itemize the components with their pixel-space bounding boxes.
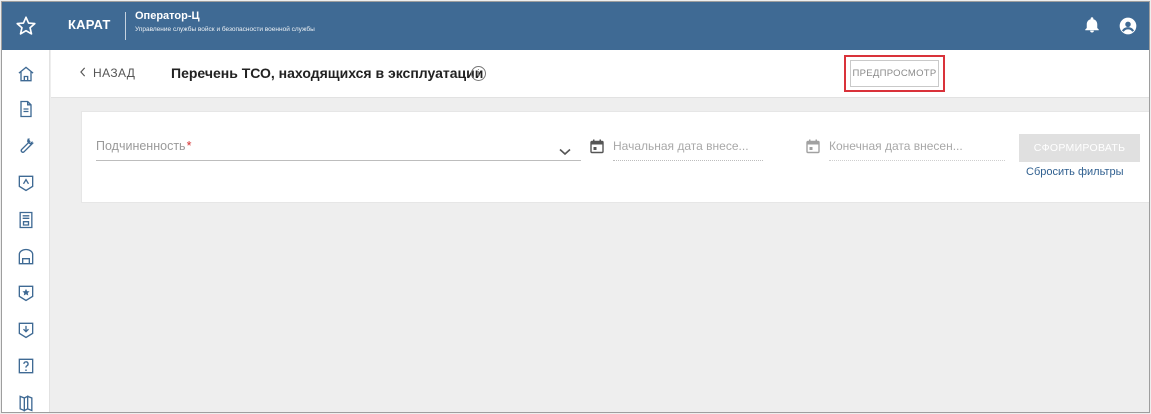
home-icon[interactable] [14, 62, 38, 86]
page-title: Перечень ТСО, находящихся в эксплуатации [171, 65, 484, 81]
generate-button[interactable]: СФОРМИРОВАТЬ [1019, 134, 1140, 162]
end-date-input[interactable]: Конечная дата внесен... [829, 139, 1005, 161]
document-icon[interactable] [14, 97, 38, 121]
preview-button[interactable]: ПРЕДПРОСМОТР [850, 60, 939, 87]
calendar-icon[interactable] [806, 139, 820, 159]
back-label: НАЗАД [93, 66, 136, 80]
brand-name[interactable]: КАРАТ [68, 17, 111, 32]
sidebar [2, 50, 50, 412]
download-icon[interactable] [14, 318, 38, 342]
shield-arrow-icon[interactable] [14, 171, 38, 195]
star-badge-icon[interactable] [14, 281, 38, 305]
app-subtitle: Управление службы войск и безопасности в… [135, 26, 315, 33]
subordination-placeholder: Подчиненность [96, 139, 186, 153]
app-window: КАРАТ Оператор-Ц Управление службы войск… [1, 1, 1150, 413]
report-icon[interactable] [14, 208, 38, 232]
back-button[interactable]: НАЗАД [79, 66, 135, 80]
required-mark: * [186, 139, 192, 153]
help-icon[interactable] [14, 354, 38, 378]
reset-filters-link[interactable]: Сбросить фильтры [1026, 166, 1124, 178]
app-title: Оператор-Ц [135, 10, 200, 22]
favorites-icon[interactable] [2, 2, 50, 50]
subordination-select[interactable]: Подчиненность* [96, 139, 581, 161]
info-icon[interactable]: i [471, 66, 486, 81]
calendar-icon[interactable] [590, 139, 604, 159]
user-account-icon[interactable] [1118, 16, 1138, 41]
page-header: НАЗАД Перечень ТСО, находящихся в эксплу… [51, 50, 1149, 98]
start-date-input[interactable]: Начальная дата внесе... [613, 139, 763, 161]
chevron-down-icon[interactable] [559, 143, 571, 161]
filter-panel: Подчиненность* Начальная дата внесе... К… [81, 111, 1149, 203]
archive-icon[interactable] [14, 245, 38, 269]
wrench-icon[interactable] [14, 134, 38, 158]
preview-highlight: ПРЕДПРОСМОТР [844, 55, 945, 92]
bell-icon[interactable] [1083, 15, 1101, 40]
top-bar: КАРАТ Оператор-Ц Управление службы войск… [2, 2, 1149, 50]
book-icon[interactable] [14, 391, 38, 412]
chevron-left-icon [79, 66, 87, 80]
brand-divider [125, 12, 126, 40]
